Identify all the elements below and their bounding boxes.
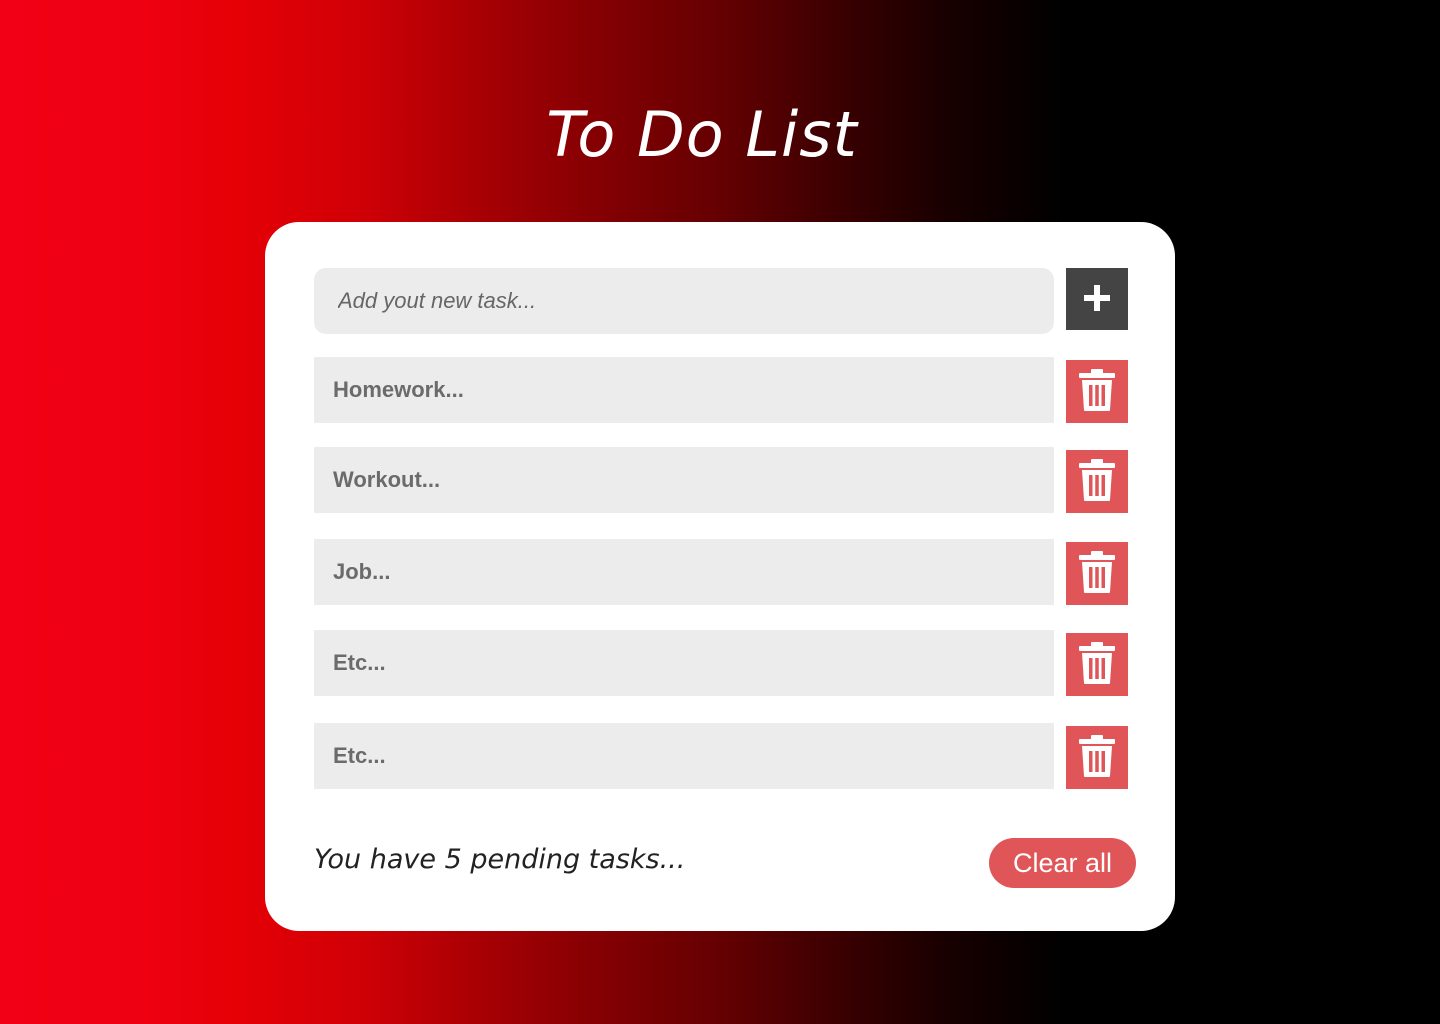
task-label: Homework...: [314, 357, 1054, 423]
task-item: Etc...: [314, 630, 1128, 696]
new-task-row: [314, 268, 1128, 334]
task-label: Workout...: [314, 447, 1054, 513]
new-task-input[interactable]: [314, 268, 1054, 334]
page-title: To Do List: [546, 98, 858, 171]
task-label: Job...: [314, 539, 1054, 605]
delete-task-button[interactable]: [1066, 726, 1128, 789]
todo-card: Homework... Workout...: [265, 222, 1175, 931]
task-label: Etc...: [314, 723, 1054, 789]
delete-task-button[interactable]: [1066, 450, 1128, 513]
trash-icon: [1078, 641, 1116, 688]
delete-task-button[interactable]: [1066, 633, 1128, 696]
delete-task-button[interactable]: [1066, 360, 1128, 423]
trash-icon: [1078, 368, 1116, 415]
trash-icon: [1078, 550, 1116, 597]
task-item: Homework...: [314, 357, 1128, 423]
task-item: Workout...: [314, 447, 1128, 513]
clear-all-button[interactable]: Clear all: [989, 838, 1136, 888]
add-task-button[interactable]: [1066, 268, 1128, 330]
task-label: Etc...: [314, 630, 1054, 696]
delete-task-button[interactable]: [1066, 542, 1128, 605]
pending-tasks-text: You have 5 pending tasks...: [314, 844, 686, 875]
task-item: Etc...: [314, 723, 1128, 789]
plus-icon: [1083, 284, 1111, 315]
task-item: Job...: [314, 539, 1128, 605]
trash-icon: [1078, 458, 1116, 505]
trash-icon: [1078, 734, 1116, 781]
